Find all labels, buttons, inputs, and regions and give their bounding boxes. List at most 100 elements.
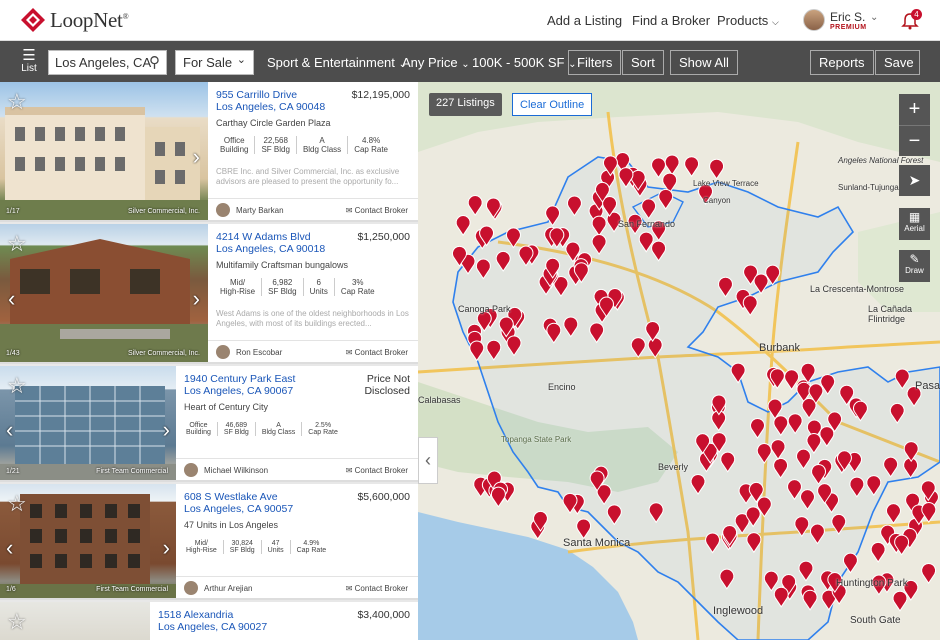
listing-map-marker[interactable] xyxy=(849,476,865,498)
listing-address[interactable]: 955 Carrillo Drive Los Angeles, CA 90048 xyxy=(216,89,325,113)
listing-map-marker[interactable] xyxy=(866,475,882,497)
listing-card[interactable]: ☆ ‹ › 1/6 First Team Commercial 608 S We… xyxy=(0,484,418,600)
listing-map-marker[interactable] xyxy=(798,560,814,582)
listing-map-marker[interactable] xyxy=(894,368,910,390)
listing-map-marker[interactable] xyxy=(852,400,868,422)
show-all-button[interactable]: Show All xyxy=(670,50,738,75)
listing-map-marker[interactable] xyxy=(486,339,502,361)
listing-map-marker[interactable] xyxy=(651,240,667,262)
listing-map-marker[interactable] xyxy=(753,273,769,295)
listing-map-marker[interactable] xyxy=(802,589,818,611)
listing-map-marker[interactable] xyxy=(885,503,901,525)
listing-map-marker[interactable] xyxy=(648,502,664,524)
listing-map-marker[interactable] xyxy=(883,456,899,478)
broker-name[interactable]: Arthur Arejian xyxy=(204,584,252,593)
listing-photo[interactable]: ☆ › 1/17 Silver Commercial, Inc. xyxy=(0,82,208,220)
listing-map-marker[interactable] xyxy=(545,205,561,227)
listing-map-marker[interactable] xyxy=(591,234,607,256)
search-icon[interactable]: ⚲ xyxy=(149,53,160,71)
listing-card[interactable]: ☆ ‹ › 1/21 First Team Commercial 1940 Ce… xyxy=(0,366,418,482)
listing-map-marker[interactable] xyxy=(469,340,485,362)
listing-map-marker[interactable] xyxy=(505,227,521,249)
listing-map-marker[interactable] xyxy=(495,250,511,272)
next-photo-chevron-icon[interactable]: › xyxy=(163,417,170,443)
zoom-out-button[interactable]: − xyxy=(899,125,930,156)
save-button[interactable]: Save xyxy=(875,50,920,75)
listing-map-marker[interactable] xyxy=(794,516,810,538)
listing-map-marker[interactable] xyxy=(647,337,663,359)
listing-map-marker[interactable] xyxy=(903,441,919,463)
draw-button[interactable]: ✎ Draw xyxy=(899,250,930,282)
listing-map-marker[interactable] xyxy=(763,570,779,592)
aerial-button[interactable]: ▦ Aerial xyxy=(899,208,930,240)
broker-name[interactable]: Ron Escobar xyxy=(236,348,282,357)
listing-map-marker[interactable] xyxy=(664,154,680,176)
user-menu-chevron-icon[interactable]: ⌄ xyxy=(870,12,878,23)
listing-map-marker[interactable] xyxy=(630,337,646,359)
listing-map-marker[interactable] xyxy=(589,322,605,344)
locate-button[interactable]: ➤ xyxy=(899,165,930,196)
zoom-in-button[interactable]: + xyxy=(899,94,930,125)
listing-map-marker[interactable] xyxy=(455,215,471,237)
listing-map-marker[interactable] xyxy=(831,513,847,535)
property-type-dropdown[interactable]: Sport & Entertainment ⌄ xyxy=(267,55,407,70)
listing-map-marker[interactable] xyxy=(787,413,803,435)
price-dropdown[interactable]: Any Price ⌄ xyxy=(402,55,470,70)
contact-broker-button[interactable]: ✉ Contact Broker xyxy=(346,584,408,593)
listing-map-marker[interactable] xyxy=(800,489,815,511)
listing-map-marker[interactable] xyxy=(718,276,733,298)
next-photo-chevron-icon[interactable]: › xyxy=(193,144,200,170)
listing-map-marker[interactable] xyxy=(892,590,908,612)
listing-map-marker[interactable] xyxy=(719,568,735,590)
favorite-star-icon[interactable]: ☆ xyxy=(7,609,27,635)
listing-map-marker[interactable] xyxy=(806,432,822,454)
listing-map-marker[interactable] xyxy=(889,402,905,424)
next-photo-chevron-icon[interactable]: › xyxy=(193,286,200,312)
listing-map-marker[interactable] xyxy=(651,157,666,179)
listing-map-marker[interactable] xyxy=(641,198,657,220)
reports-button[interactable]: Reports xyxy=(810,50,874,75)
listing-photo[interactable]: ☆ ‹ › 1/21 First Team Commercial xyxy=(0,366,176,480)
listing-map-marker[interactable] xyxy=(750,417,765,439)
listing-map-marker[interactable] xyxy=(742,295,758,317)
listing-address[interactable]: 1518 Alexandria Los Angeles, CA 90027 xyxy=(158,609,267,633)
loopnet-logo[interactable]: LoopNet® xyxy=(20,7,129,33)
listing-card[interactable]: ☆ › 1/17 Silver Commercial, Inc. 955 Car… xyxy=(0,82,418,222)
listing-photo[interactable]: ☆ xyxy=(0,602,150,640)
collapse-list-button[interactable]: ‹ xyxy=(418,437,438,484)
favorite-star-icon[interactable]: ☆ xyxy=(7,491,27,517)
listing-map-marker[interactable] xyxy=(773,457,789,479)
sort-button[interactable]: Sort xyxy=(622,50,664,75)
listing-map-marker[interactable] xyxy=(606,504,622,526)
broker-name[interactable]: Michael Wilkinson xyxy=(204,466,268,475)
listing-map-marker[interactable] xyxy=(563,316,579,338)
listing-map-marker[interactable] xyxy=(921,562,937,584)
listing-map-marker[interactable] xyxy=(819,426,835,448)
next-photo-chevron-icon[interactable]: › xyxy=(163,535,170,561)
listing-map-marker[interactable] xyxy=(756,443,772,465)
listing-map-marker[interactable] xyxy=(773,586,789,608)
prev-photo-chevron-icon[interactable]: ‹ xyxy=(8,286,15,312)
user-name[interactable]: Eric S. xyxy=(830,10,865,24)
listing-map-marker[interactable] xyxy=(842,552,858,574)
sale-type-select[interactable]: For Sale ⌄ xyxy=(175,50,254,75)
listing-map-marker[interactable] xyxy=(467,195,483,217)
listing-map-marker[interactable] xyxy=(811,464,827,486)
listing-address[interactable]: 4214 W Adams Blvd Los Angeles, CA 90018 xyxy=(216,231,325,255)
find-broker-link[interactable]: Find a Broker xyxy=(632,13,710,28)
favorite-star-icon[interactable]: ☆ xyxy=(7,89,27,115)
listing-map-marker[interactable] xyxy=(730,362,746,384)
listing-map-marker[interactable] xyxy=(546,322,562,344)
listing-results-panel[interactable]: ☆ › 1/17 Silver Commercial, Inc. 955 Car… xyxy=(0,82,418,640)
listing-map-marker[interactable] xyxy=(870,541,886,563)
clear-outline-button[interactable]: Clear Outline xyxy=(512,93,593,116)
listing-map-marker[interactable] xyxy=(796,448,811,470)
listing-map-marker[interactable] xyxy=(787,479,802,501)
favorite-star-icon[interactable]: ☆ xyxy=(7,231,27,257)
broker-name[interactable]: Marty Barkan xyxy=(236,206,284,215)
listing-map-marker[interactable] xyxy=(566,195,582,217)
listing-map-marker[interactable] xyxy=(591,215,607,237)
listing-map-marker[interactable] xyxy=(720,451,736,473)
add-listing-link[interactable]: Add a Listing xyxy=(547,13,622,28)
list-view-toggle[interactable]: ☰ List xyxy=(18,48,40,74)
